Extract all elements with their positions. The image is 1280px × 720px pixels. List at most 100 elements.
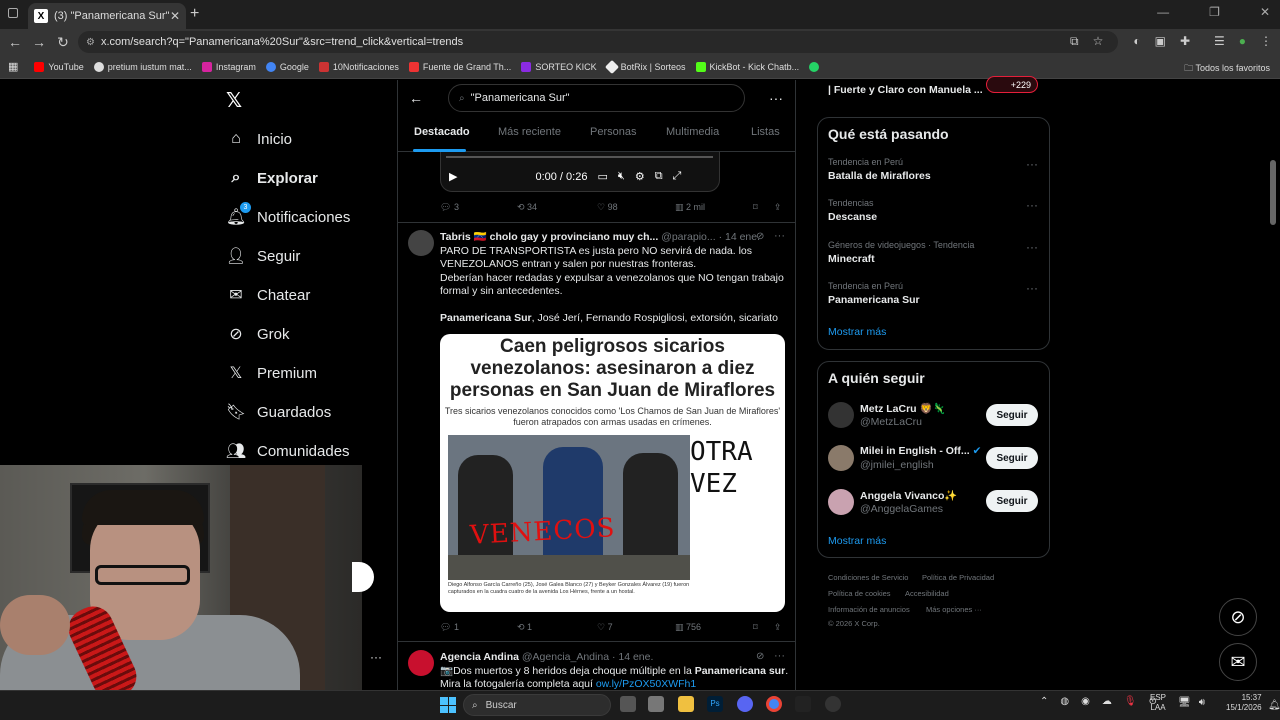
avatar[interactable] — [408, 650, 434, 676]
grok-fab-icon[interactable]: ⊘ — [1219, 598, 1257, 636]
taskbar-search[interactable]: ⌕ Buscar — [463, 694, 611, 716]
trend-more-icon[interactable]: ··· — [1026, 240, 1038, 254]
captions-icon[interactable]: ▭ — [597, 170, 607, 183]
author-name[interactable]: Tabris 🇻🇪 cholo gay y provinciano muy ch… — [440, 231, 658, 243]
avatar[interactable] — [828, 489, 854, 515]
bookmark-sorteo[interactable]: SORTEO KICK — [521, 61, 597, 72]
footer-accessibility[interactable]: Accesibilidad — [905, 589, 949, 598]
address-bar[interactable]: ⚙ x.com/search?q="Panamericana%20Sur"&sr… — [78, 31, 1118, 53]
onedrive-icon[interactable]: ☁ — [1102, 696, 1112, 707]
photoshop-icon[interactable]: Ps — [707, 696, 723, 712]
live-space-title[interactable]: | Fuerte y Claro con Manuela ... — [828, 84, 983, 96]
install-icon[interactable]: ⧉ — [1070, 34, 1079, 49]
new-tab-button[interactable]: + — [190, 5, 199, 23]
trends-show-more[interactable]: Mostrar más — [828, 326, 886, 338]
trend-more-icon[interactable]: ··· — [1026, 198, 1038, 212]
repost-button[interactable]: ⟲ 34 — [517, 202, 537, 213]
tab-close-icon[interactable]: ✕ — [170, 9, 180, 23]
puzzle-icon[interactable]: ✚ — [1180, 34, 1190, 49]
mic-icon[interactable]: 🎙︎ — [1124, 696, 1137, 707]
tab-search-icon[interactable] — [8, 8, 18, 18]
video-progress[interactable] — [446, 156, 713, 158]
reply-button[interactable]: 💬︎ 3 — [440, 202, 459, 213]
follow-show-more[interactable]: Mostrar más — [828, 535, 886, 547]
menu-icon[interactable]: ⋮ — [1260, 34, 1272, 49]
minimize-icon[interactable]: — — [1157, 5, 1169, 19]
forward-icon[interactable]: → — [27, 34, 51, 50]
account-more-icon[interactable]: ··· — [370, 650, 382, 664]
site-info-icon[interactable]: ⚙ — [86, 37, 95, 48]
follow-name[interactable]: Metz LaCru 🦁🦎 — [860, 402, 946, 415]
tweet-more-icon[interactable]: ··· — [774, 230, 785, 242]
back-icon[interactable]: ← — [3, 34, 27, 50]
bookmark-gta[interactable]: Fuente de Grand Th... — [408, 61, 511, 72]
bookmark-google[interactable]: Google — [265, 61, 309, 72]
trend-name[interactable]: Batalla de Miraflores — [828, 170, 931, 182]
bookmark-whatsapp[interactable] — [809, 61, 820, 72]
page-scrollbar[interactable] — [1270, 160, 1276, 225]
tweet-date[interactable]: · 14 ene. — [719, 231, 760, 243]
save-icon[interactable]: ⌑ — [753, 202, 758, 213]
scroll-edge-button[interactable] — [352, 562, 374, 592]
follow-button[interactable]: Seguir — [986, 490, 1038, 512]
tab-latest[interactable]: Más reciente — [498, 126, 561, 138]
nav-home[interactable]: ⌂ Inicio — [227, 130, 292, 148]
nav-grok[interactable]: ⊘ Grok — [227, 325, 289, 344]
author-name[interactable]: Agencia Andina — [440, 651, 519, 663]
follow-button[interactable]: Seguir — [986, 447, 1038, 469]
author-handle[interactable]: @Agencia_Andina — [522, 651, 609, 663]
nav-communities[interactable]: 👥︎ Comunidades — [226, 442, 350, 461]
file-explorer-icon[interactable] — [678, 696, 694, 712]
settings-icon[interactable]: ⚙ — [635, 170, 645, 183]
nav-follow[interactable]: 👤︎ Seguir — [226, 247, 301, 266]
tweet-more-icon[interactable]: ··· — [774, 650, 785, 662]
footer-privacy[interactable]: Política de Privacidad — [922, 573, 994, 582]
trend-name[interactable]: Minecraft — [828, 253, 875, 265]
app2-icon[interactable] — [795, 696, 811, 712]
x-logo-icon[interactable]: 𝕏 — [226, 88, 242, 113]
windows-start-icon[interactable] — [440, 697, 456, 713]
author-handle[interactable]: @parapio... — [661, 231, 715, 243]
tab-people[interactable]: Personas — [590, 126, 636, 138]
bookmark-instagram[interactable]: Instagram — [201, 61, 256, 72]
search-more-icon[interactable]: ··· — [769, 90, 783, 106]
follow-name[interactable]: Milei in English - Off... ✔ — [860, 445, 981, 457]
save-icon[interactable]: ⌑ — [753, 622, 758, 633]
tray-chevron-icon[interactable]: ⌃ — [1040, 696, 1048, 707]
tab-lists[interactable]: Listas — [751, 126, 780, 138]
tweet-date[interactable]: · 14 ene. — [612, 651, 653, 663]
repost-button[interactable]: ⟲ 1 — [517, 622, 532, 633]
notification-center-icon[interactable]: 🔔︎ — [1268, 700, 1280, 711]
bookmark-notif[interactable]: 10Notificaciones — [318, 61, 399, 72]
close-window-icon[interactable]: ✕ — [1260, 5, 1270, 19]
footer-more[interactable]: Más opciones ··· — [926, 605, 982, 614]
apps-icon[interactable]: ▦ — [8, 60, 18, 73]
trend-more-icon[interactable]: ··· — [1026, 281, 1038, 295]
trend-more-icon[interactable]: ··· — [1026, 157, 1038, 171]
nav-chat[interactable]: ✉ Chatear — [227, 286, 310, 305]
follow-button[interactable]: Seguir — [986, 404, 1038, 426]
views-button[interactable]: ▥ 2 mil — [675, 202, 705, 213]
app3-icon[interactable] — [825, 696, 841, 712]
follow-handle[interactable]: @AnggelaGames — [860, 503, 943, 515]
browser-tab[interactable]: X (3) "Panamericana Sur" - Buscar ✕ — [28, 3, 186, 29]
bookmark-pretium[interactable]: pretium iustum mat... — [93, 61, 192, 72]
play-icon[interactable]: ▶ — [449, 170, 457, 183]
taskbar-clock[interactable]: 15:37 15/1/2026 — [1226, 693, 1262, 713]
footer-ads[interactable]: Información de anuncios — [828, 605, 910, 614]
back-arrow-icon[interactable]: ← — [409, 90, 423, 106]
all-bookmarks[interactable]: 🗀 Todos los favoritos — [1184, 61, 1270, 77]
extension2-icon[interactable]: ▣ — [1155, 34, 1166, 49]
tweet2-link[interactable]: ow.ly/PzOX50XWFh1 — [596, 678, 696, 690]
bookmark-youtube[interactable]: YouTube — [34, 61, 84, 72]
tweet-image[interactable]: Caen peligrosos sicarios venezolanos: as… — [440, 334, 785, 612]
tray-app-icon[interactable]: ◍ — [1060, 696, 1069, 707]
reload-icon[interactable]: ↻ — [51, 34, 75, 51]
like-button[interactable]: ♡ 7 — [597, 622, 613, 633]
app-icon[interactable] — [648, 696, 664, 712]
views-button[interactable]: ▥ 756 — [675, 622, 701, 633]
pip-icon[interactable]: ⧉ — [655, 170, 663, 183]
bookmark-kickbot[interactable]: KickBot - Kick Chatb... — [695, 61, 799, 72]
bookmark-star-icon[interactable]: ☆ — [1093, 34, 1104, 49]
chrome-icon[interactable] — [766, 696, 782, 712]
